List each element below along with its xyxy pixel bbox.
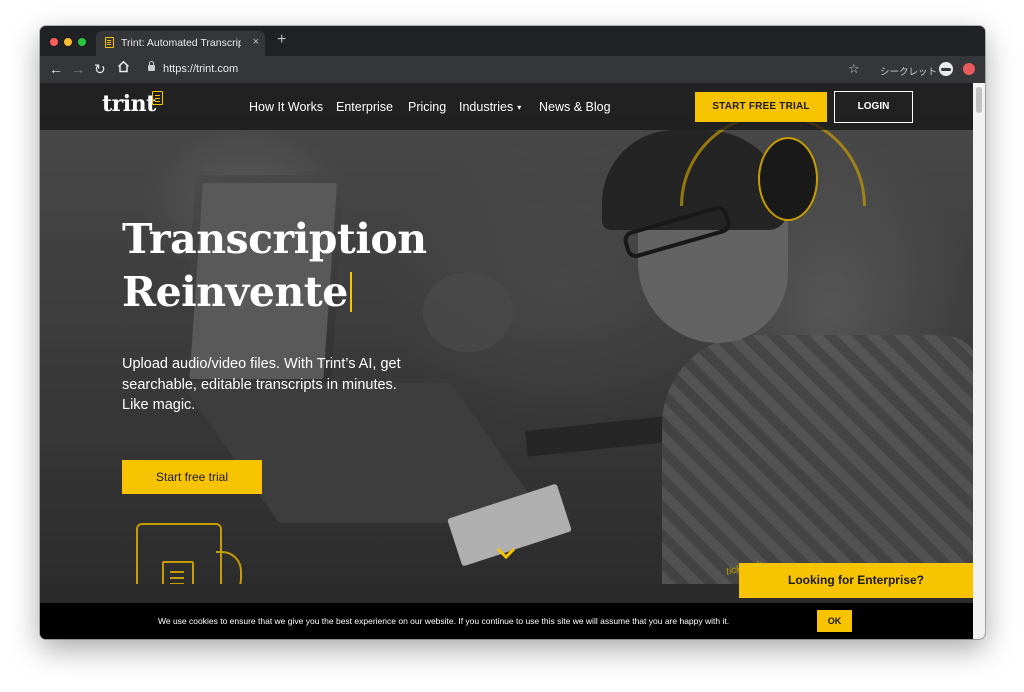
page-scrollbar[interactable] — [973, 83, 985, 639]
nav-industries-label: Industries — [459, 100, 514, 114]
browser-window: Trint: Automated Transcription × + ← → ↻… — [40, 26, 985, 639]
incognito-icon[interactable] — [939, 62, 953, 76]
hero-title-line-2-text: Reinvente — [122, 268, 348, 316]
reload-icon[interactable]: ↻ — [94, 61, 106, 77]
logo-text: trint — [102, 91, 156, 117]
start-free-trial-nav-button[interactable]: START FREE TRIAL — [695, 92, 827, 122]
nav-news-blog[interactable]: News & Blog — [539, 100, 611, 114]
maximize-window-button[interactable] — [78, 38, 86, 46]
new-tab-button[interactable]: + — [277, 32, 286, 48]
tab-close-icon[interactable]: × — [253, 36, 259, 48]
extension-icon[interactable] — [963, 63, 975, 75]
hero-title-line-1: Transcription — [122, 215, 427, 263]
nav-enterprise[interactable]: Enterprise — [336, 100, 393, 114]
close-window-button[interactable] — [50, 38, 58, 46]
lock-icon[interactable] — [148, 61, 155, 71]
logo-document-icon — [152, 91, 163, 105]
login-button[interactable]: LOGIN — [834, 91, 913, 123]
page-viewport: tick tock trint How It Works Enterprise … — [40, 83, 973, 639]
tab-strip: Trint: Automated Transcription × + — [40, 26, 985, 56]
cookie-text: We use cookies to ensure that we give yo… — [158, 616, 730, 626]
back-arrow-icon[interactable]: ← — [49, 61, 63, 77]
scroll-down-chevron-icon[interactable] — [496, 546, 516, 560]
trint-logo[interactable]: trint — [102, 91, 163, 117]
nav-industries[interactable]: Industries ▾ — [459, 100, 521, 114]
minimize-window-button[interactable] — [64, 38, 72, 46]
hero-title: Transcription Reinvente — [122, 213, 427, 319]
scrollbar-thumb[interactable] — [976, 87, 982, 113]
cookie-banner: We use cookies to ensure that we give yo… — [40, 603, 973, 639]
nav-pricing[interactable]: Pricing — [408, 100, 446, 114]
tab-title: Trint: Automated Transcription — [121, 37, 241, 49]
home-icon[interactable] — [117, 60, 130, 76]
forward-arrow-icon[interactable]: → — [71, 61, 85, 77]
browser-tab[interactable]: Trint: Automated Transcription × — [96, 31, 265, 56]
incognito-label: シークレット — [880, 67, 938, 78]
star-icon[interactable]: ☆ — [848, 61, 860, 77]
site-nav: trint How It Works Enterprise Pricing In… — [40, 83, 973, 130]
trint-favicon-icon — [105, 37, 114, 48]
browser-toolbar: ← → ↻ https://trint.com ☆ シークレット — [40, 56, 985, 83]
address-bar[interactable]: https://trint.com — [163, 63, 238, 75]
cookie-ok-button[interactable]: OK — [817, 610, 852, 632]
hero-subtitle: Upload audio/video files. With Trint’s A… — [122, 356, 401, 413]
typing-cursor — [349, 272, 352, 312]
nav-how-it-works[interactable]: How It Works — [249, 100, 323, 114]
hero-title-line-2: Reinvente — [122, 266, 427, 319]
chevron-down-icon: ▾ — [517, 103, 522, 112]
looking-for-enterprise-button[interactable]: Looking for Enterprise? — [739, 563, 973, 598]
start-free-trial-hero-button[interactable]: Start free trial — [122, 460, 262, 494]
